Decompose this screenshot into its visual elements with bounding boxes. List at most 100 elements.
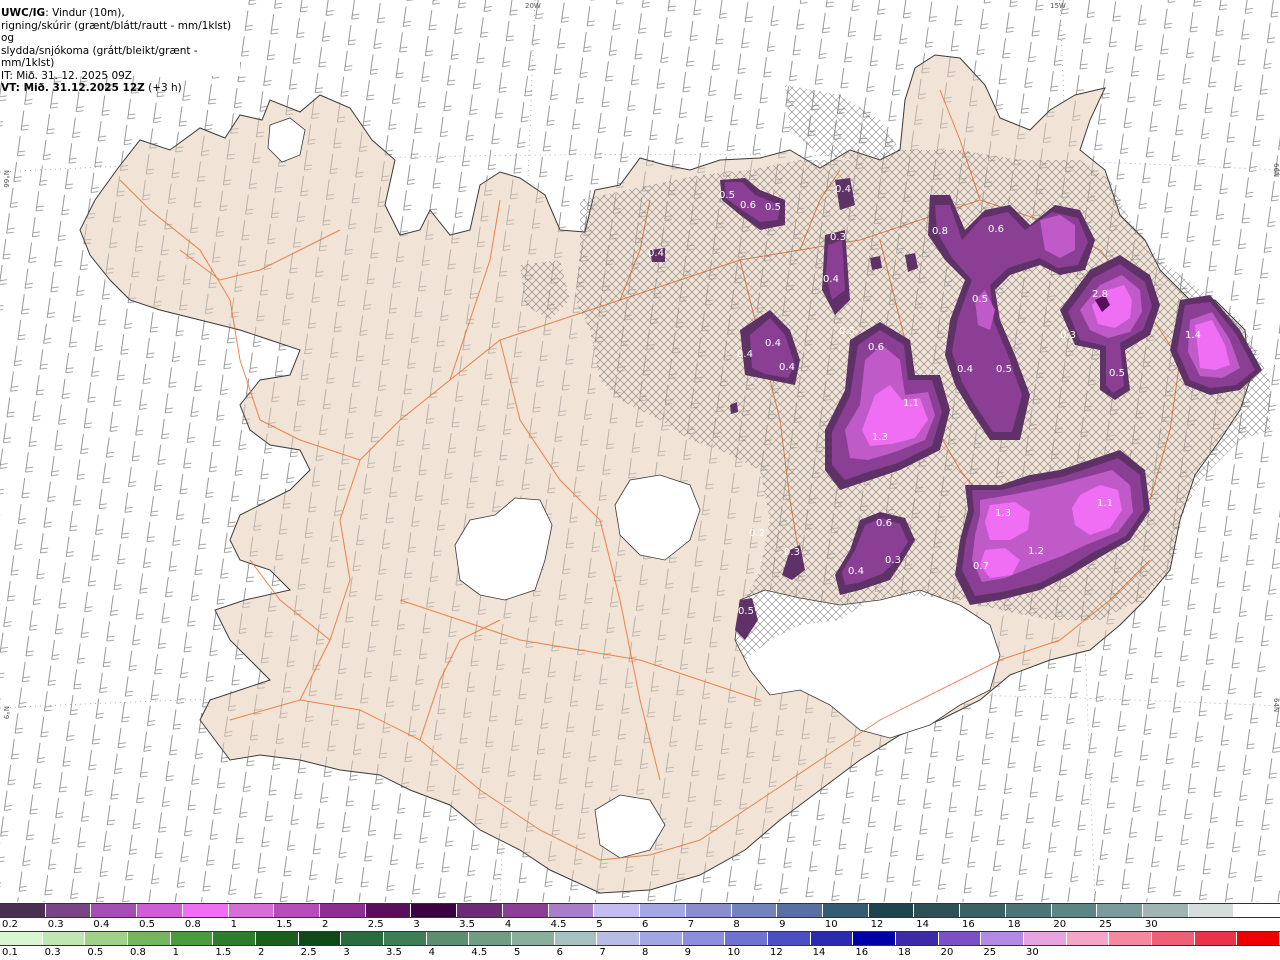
lon-label-20w: 20W (525, 2, 541, 10)
precip-value-label: 2.8 (1092, 289, 1108, 300)
snow-swatch (640, 904, 686, 917)
lat-label-66n-right: 66N (1272, 163, 1280, 177)
rain-tick-label: 18 (898, 947, 911, 958)
rain-tick-label: 4.5 (471, 947, 488, 958)
snow-tick-label: 3 (413, 919, 420, 930)
precip-value-label: 0.4 (835, 184, 851, 195)
snow-swatch (1234, 904, 1280, 917)
snow-swatch (457, 904, 503, 917)
snow-tick-label: 0.5 (139, 919, 156, 930)
rain-swatch (384, 932, 427, 945)
lon-label-15w: 15W (1050, 2, 1066, 10)
precip-value-label: 0.6 (988, 224, 1004, 235)
rain-tick-label: 5 (514, 947, 521, 958)
precip-value-label: 0.3 (885, 555, 901, 566)
header-lead-time: (+3 h) (144, 82, 182, 94)
precip-value-label: 0.6 (868, 342, 884, 353)
lat-label-64n-left: N°9 (2, 706, 10, 719)
snow-swatch (411, 904, 458, 917)
rain-tick-label: 0.1 (2, 947, 18, 958)
rain-swatch (1237, 932, 1280, 945)
precip-value-label: 0.5 (765, 202, 781, 213)
snow-tick-label: 20 (1053, 919, 1067, 930)
rain-swatch (426, 932, 470, 945)
snow-tick-label: 14 (916, 919, 930, 930)
snow-swatch (320, 904, 366, 917)
precip-value-label: 0.8 (932, 226, 948, 237)
header-line-4: IT: Mið. 31. 12. 2025 09Z (1, 69, 132, 82)
snow-swatch (91, 904, 138, 917)
snow-tick-label: 18 (1007, 919, 1021, 930)
snow-tick-label: 4.5 (550, 919, 567, 930)
snow-tick-label: 0.8 (184, 919, 201, 930)
snow-swatch (868, 904, 915, 917)
rain-tick-label: 0.5 (87, 947, 104, 958)
rain-tick-label: 30 (1026, 947, 1039, 958)
snow-swatch (822, 904, 869, 917)
snow-tick-label: 9 (779, 919, 786, 930)
rain-tick-label: 3.5 (386, 947, 402, 958)
header-line-5: VT: Mið. 31.12.2025 12Z (+3 h) (1, 82, 240, 95)
snow-tick-label: 0.4 (93, 919, 110, 930)
rain-tick-label: 9 (684, 947, 692, 958)
rain-legend-swatches (0, 931, 1280, 946)
snow-tick-label: 1 (230, 919, 237, 930)
snow-tick-label: 8 (733, 919, 740, 930)
precip-value-label: 0.4 (765, 338, 781, 349)
rain-tick-label: 2 (258, 947, 265, 958)
snow-legend-swatches (0, 903, 1280, 918)
rain-swatch (85, 932, 129, 945)
snow-swatch (0, 904, 46, 917)
snow-tick-label: 25 (1099, 919, 1112, 930)
rain-tick-label: 20 (940, 947, 954, 958)
precip-value-label: 0.4 (848, 566, 864, 577)
rain-swatch (981, 932, 1025, 945)
rain-tick-label: 3 (343, 947, 350, 958)
precip-value-label: 0.4 (957, 364, 973, 375)
rain-tick-label: 16 (855, 947, 869, 958)
rain-swatch (512, 932, 555, 945)
snow-swatch (1051, 904, 1098, 917)
rain-legend: 0.1 0.3 0.5 0.8 1 1.5 2 2.5 3 3.5 4 4.5 5 6 7 8 9 10 12 14 1… (0, 931, 1280, 959)
snow-swatch (228, 904, 275, 917)
precip-value-label: 0.4 (737, 349, 753, 360)
rain-swatch (1024, 932, 1067, 945)
snow-tick-label: 10 (824, 919, 838, 930)
rain-swatch (938, 932, 982, 945)
rain-swatch (298, 932, 342, 945)
precip-value-label: 0.5 (1109, 368, 1125, 379)
precip-value-label: 1.2 (1028, 546, 1044, 557)
precip-value-label: 1.3 (995, 508, 1011, 519)
rain-swatch (170, 932, 214, 945)
snow-swatch (594, 904, 641, 917)
snow-swatch (685, 904, 732, 917)
rain-swatch (341, 932, 385, 945)
rain-swatch (810, 932, 854, 945)
snow-swatch (1097, 904, 1143, 917)
precip-value-label: 0.4 (648, 248, 664, 259)
precip-value-label: 1.3 (872, 432, 888, 443)
rain-swatch (768, 932, 811, 945)
rain-swatch (725, 932, 769, 945)
rain-swatch (896, 932, 939, 945)
snow-swatch (731, 904, 778, 917)
header-title: UWC/IG (1, 7, 46, 19)
lat-label-66n-left: N°66 (2, 170, 10, 188)
rain-swatch (42, 932, 86, 945)
rain-swatch (213, 932, 257, 945)
snow-tick-label: 0.3 (47, 919, 64, 930)
snow-tick-label: 6 (642, 919, 649, 930)
rain-swatch (640, 932, 683, 945)
precip-value-label: 0.5 (738, 606, 754, 617)
snow-legend: 0.2 0.3 0.4 0.5 0.8 1 1.5 2 2.5 3 3.5 4 4.5 5 6 7 8 9 10 12… (0, 903, 1280, 931)
rain-swatch (256, 932, 299, 945)
lat-label-64n-right: 64N (1272, 698, 1280, 712)
rain-swatch (0, 932, 43, 945)
rain-tick-label: 0.3 (44, 947, 61, 958)
snow-swatch (1005, 904, 1052, 917)
snow-swatch (137, 904, 183, 917)
snow-swatch (777, 904, 823, 917)
snow-swatch (274, 904, 321, 917)
precip-value-label: 0.4 (823, 274, 839, 285)
rain-tick-label: 2.5 (300, 947, 317, 958)
